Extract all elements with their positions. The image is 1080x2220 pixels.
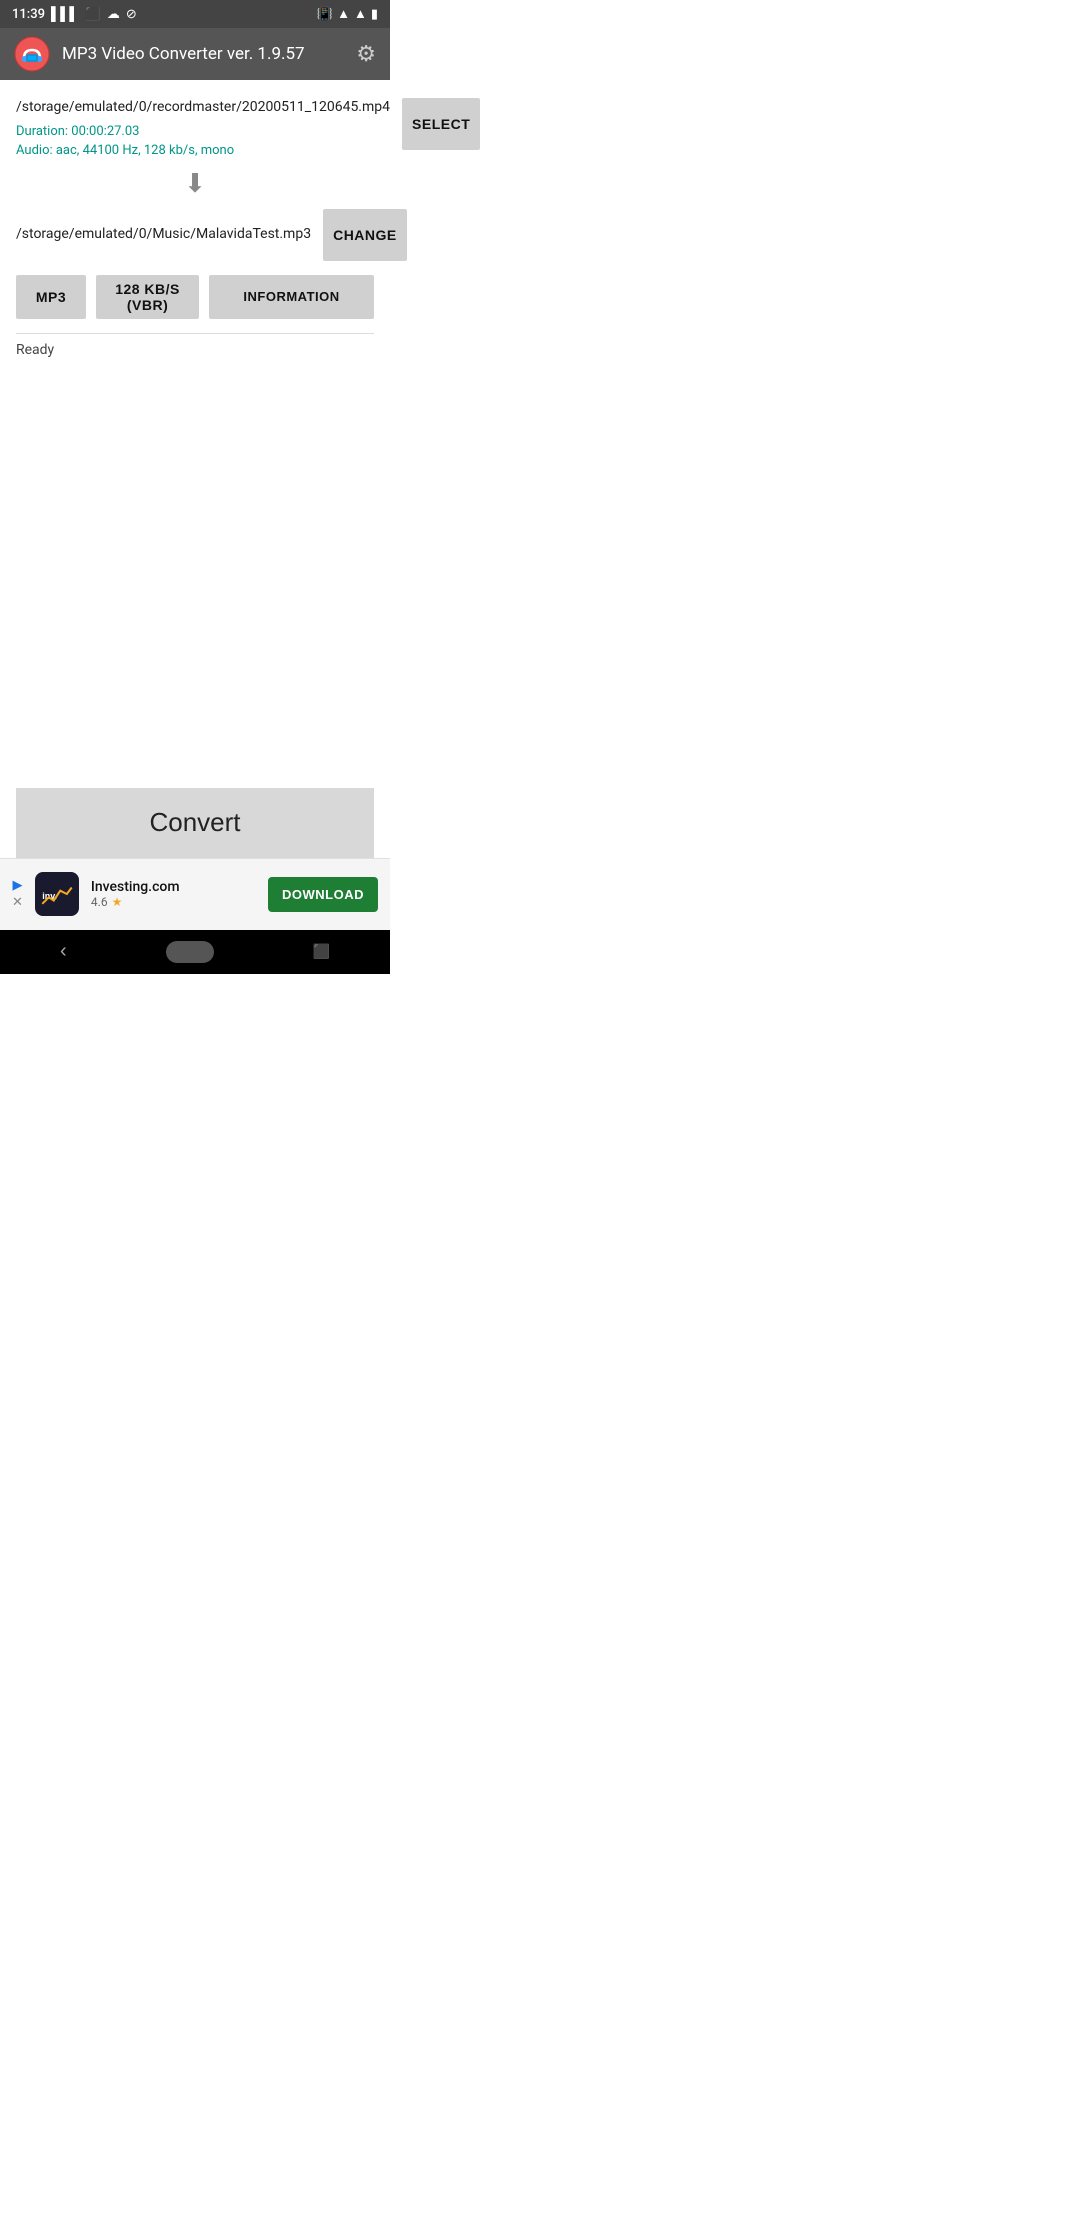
status-ready-text: Ready <box>16 342 374 358</box>
status-bar: 11:39 ▌▌▌ ⬛ ☁ ⊘ 📳 ▲ ▲ ▮ <box>0 0 390 28</box>
battery-icon: ▮ <box>371 7 378 22</box>
ad-play-icon: ▶ <box>12 878 22 893</box>
empty-area <box>16 358 374 778</box>
signal-bars-icon: ▌▌▌ <box>51 6 79 22</box>
ad-left-icons: ▶ ✕ <box>12 878 23 910</box>
wifi-icon: ▲ <box>337 6 350 22</box>
recents-button[interactable]: ⬛ <box>313 943 330 960</box>
app-bar: MP3 Video Converter ver. 1.9.57 ⚙ <box>0 28 390 80</box>
source-file-path: /storage/emulated/0/recordmaster/2020051… <box>16 98 390 118</box>
vibrate-icon: 📳 <box>317 7 333 22</box>
ad-banner: ▶ ✕ inv. Investing.com 4.6 ★ DOWNLOAD <box>0 858 390 930</box>
main-content: /storage/emulated/0/recordmaster/2020051… <box>0 80 390 858</box>
noad-icon: ⊘ <box>126 7 137 22</box>
star-icon: ★ <box>112 895 123 909</box>
settings-button[interactable]: ⚙ <box>356 41 376 67</box>
time-display: 11:39 <box>12 7 45 22</box>
ad-rating: 4.6 ★ <box>91 895 256 909</box>
options-row: MP3 128 KB/S (VBR) INFORMATION <box>16 275 374 319</box>
arrow-row: ⬇ <box>16 169 374 199</box>
ad-app-name: Investing.com <box>91 879 256 895</box>
duration-text: Duration: 00:00:27.03 <box>16 122 390 142</box>
format-button[interactable]: MP3 <box>16 275 86 319</box>
source-file-info: /storage/emulated/0/recordmaster/2020051… <box>16 98 402 161</box>
arrow-down-icon: ⬇ <box>184 169 206 199</box>
bitrate-button[interactable]: 128 KB/S (VBR) <box>96 275 199 319</box>
notification-icon: ⬛ <box>85 7 101 22</box>
convert-button-wrap: Convert <box>16 778 374 858</box>
back-button[interactable]: ‹ <box>60 940 67 963</box>
app-title: MP3 Video Converter ver. 1.9.57 <box>62 44 344 64</box>
ad-info: Investing.com 4.6 ★ <box>91 879 256 909</box>
home-button[interactable] <box>166 941 214 963</box>
change-button[interactable]: CHANGE <box>323 209 407 261</box>
output-file-path: /storage/emulated/0/Music/MalavidaTest.m… <box>16 225 323 245</box>
download-button[interactable]: DOWNLOAD <box>268 877 378 912</box>
app-logo-icon <box>14 36 50 72</box>
ad-close-icon[interactable]: ✕ <box>12 895 23 910</box>
convert-button[interactable]: Convert <box>16 788 374 858</box>
output-file-row: /storage/emulated/0/Music/MalavidaTest.m… <box>16 209 374 261</box>
source-file-row: /storage/emulated/0/recordmaster/2020051… <box>16 98 374 161</box>
nav-bar: ‹ ⬛ <box>0 930 390 974</box>
divider <box>16 333 374 334</box>
ad-rating-value: 4.6 <box>91 895 108 909</box>
audio-info-text: Audio: aac, 44100 Hz, 128 kb/s, mono <box>16 141 390 161</box>
information-button[interactable]: INFORMATION <box>209 275 374 319</box>
signal-icon: ▲ <box>354 6 367 22</box>
select-button[interactable]: SELECT <box>402 98 480 150</box>
cloud-icon: ☁ <box>107 7 120 22</box>
ad-app-icon: inv. <box>35 872 79 916</box>
